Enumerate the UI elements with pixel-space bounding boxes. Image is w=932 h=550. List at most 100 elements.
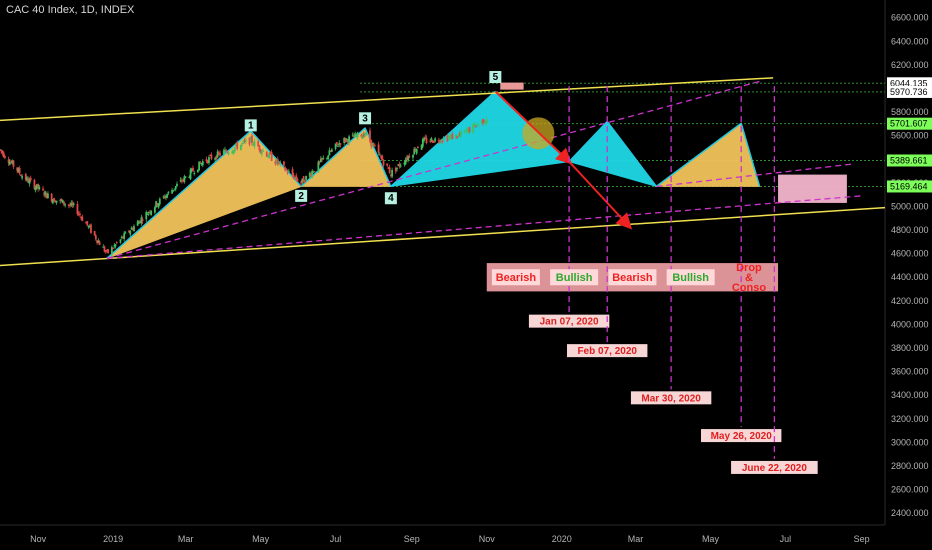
x-tick-label: 2020 bbox=[552, 534, 572, 544]
date-label: May 26, 2020 bbox=[711, 431, 773, 442]
y-tick-label: 5600.000 bbox=[891, 131, 929, 141]
candle-body bbox=[303, 181, 306, 183]
x-tick-label: May bbox=[702, 534, 720, 544]
candle-body bbox=[146, 213, 149, 215]
candle-body bbox=[456, 136, 459, 139]
candle-body bbox=[112, 248, 114, 250]
candle-body bbox=[38, 186, 41, 190]
candle-body bbox=[372, 144, 375, 146]
x-tick-label: Sep bbox=[404, 534, 420, 544]
y-tick-label: 2800.000 bbox=[891, 461, 929, 471]
candle-body bbox=[285, 168, 288, 170]
candle-body bbox=[98, 241, 101, 245]
candle-body bbox=[382, 160, 385, 166]
candle-body bbox=[233, 147, 236, 152]
wave-label: 4 bbox=[388, 193, 394, 204]
candle-body bbox=[241, 143, 244, 145]
candle-body bbox=[133, 226, 135, 232]
candle-body bbox=[72, 203, 75, 205]
candle-body bbox=[29, 177, 32, 181]
candle-body bbox=[193, 172, 196, 174]
candle-body bbox=[386, 163, 389, 166]
candle-body bbox=[451, 133, 454, 140]
y-tick-label: 3000.000 bbox=[891, 437, 929, 447]
date-label: June 22, 2020 bbox=[742, 463, 807, 474]
y-tick-label: 3200.000 bbox=[891, 414, 929, 424]
candle-body bbox=[396, 167, 398, 170]
candle-body bbox=[124, 232, 127, 234]
candle-body bbox=[176, 183, 178, 187]
zone-box bbox=[778, 174, 847, 203]
candle-body bbox=[381, 155, 384, 161]
candle-body bbox=[167, 191, 170, 193]
candle-body bbox=[408, 156, 411, 158]
y-tick-label: 3800.000 bbox=[891, 343, 929, 353]
wave-label: 5 bbox=[493, 72, 499, 83]
candle-body bbox=[225, 149, 228, 152]
candle-body bbox=[153, 207, 156, 213]
candle-body bbox=[279, 162, 282, 164]
candle-body bbox=[158, 198, 161, 205]
candle-body bbox=[425, 138, 428, 143]
phase-label: Bullish bbox=[672, 272, 709, 284]
candle-body bbox=[47, 193, 49, 199]
candle-body bbox=[388, 167, 391, 174]
candle-body bbox=[86, 221, 89, 226]
phase-label: Bearish bbox=[496, 272, 537, 284]
date-label: Feb 07, 2020 bbox=[577, 346, 637, 357]
candle-body bbox=[460, 131, 462, 135]
candle-body bbox=[356, 132, 359, 138]
date-label: Jan 07, 2020 bbox=[540, 317, 599, 328]
candle-body bbox=[119, 239, 122, 243]
candle-body bbox=[442, 137, 445, 140]
candle-body bbox=[447, 137, 450, 140]
candle-body bbox=[240, 144, 242, 151]
candle-body bbox=[129, 231, 132, 235]
date-label: Mar 30, 2020 bbox=[641, 393, 701, 404]
candle-body bbox=[348, 136, 350, 143]
x-tick-label: Sep bbox=[854, 534, 870, 544]
candle-body bbox=[432, 140, 435, 143]
y-tick-label: 4600.000 bbox=[891, 249, 929, 259]
candle-body bbox=[270, 152, 273, 161]
wave-label: 3 bbox=[362, 113, 368, 124]
phase-label: Bullish bbox=[556, 272, 593, 284]
price-level-label: 5701.607 bbox=[890, 119, 928, 129]
phase-label: Bearish bbox=[612, 272, 653, 284]
candle-body bbox=[412, 154, 414, 158]
y-tick-label: 5000.000 bbox=[891, 201, 929, 211]
wave-label: 1 bbox=[248, 120, 254, 131]
candle-body bbox=[166, 194, 169, 198]
candle-body bbox=[291, 169, 294, 176]
candle-body bbox=[283, 161, 285, 166]
price-chart[interactable]: 6600.0006400.0006200.0006000.0005800.000… bbox=[0, 0, 932, 550]
candle-body bbox=[236, 143, 239, 149]
y-tick-label: 4000.000 bbox=[891, 319, 929, 329]
candle-body bbox=[337, 145, 339, 147]
y-tick-label: 5800.000 bbox=[891, 107, 929, 117]
y-tick-label: 6400.000 bbox=[891, 36, 929, 46]
candle-body bbox=[189, 169, 192, 180]
candle-body bbox=[12, 160, 15, 167]
candle-body bbox=[145, 212, 148, 220]
candle-body bbox=[468, 127, 471, 132]
candle-body bbox=[192, 167, 194, 172]
candle-body bbox=[172, 190, 175, 192]
x-tick-label: 2019 bbox=[103, 534, 123, 544]
candle-body bbox=[377, 144, 380, 153]
candle-body bbox=[90, 224, 92, 233]
candle-body bbox=[335, 142, 338, 145]
price-level-label: 5970.736 bbox=[890, 87, 928, 97]
candle-body bbox=[417, 146, 419, 148]
candle-body bbox=[94, 235, 97, 240]
y-tick-label: 6200.000 bbox=[891, 60, 929, 70]
candle-body bbox=[322, 158, 325, 160]
phase-label: Conso bbox=[732, 282, 767, 294]
candle-body bbox=[265, 151, 268, 157]
candle-body bbox=[55, 200, 58, 203]
candle-body bbox=[262, 150, 264, 152]
candle-body bbox=[64, 204, 67, 206]
x-tick-label: Mar bbox=[178, 534, 194, 544]
candle-body bbox=[305, 175, 307, 181]
candle-body bbox=[76, 203, 79, 215]
